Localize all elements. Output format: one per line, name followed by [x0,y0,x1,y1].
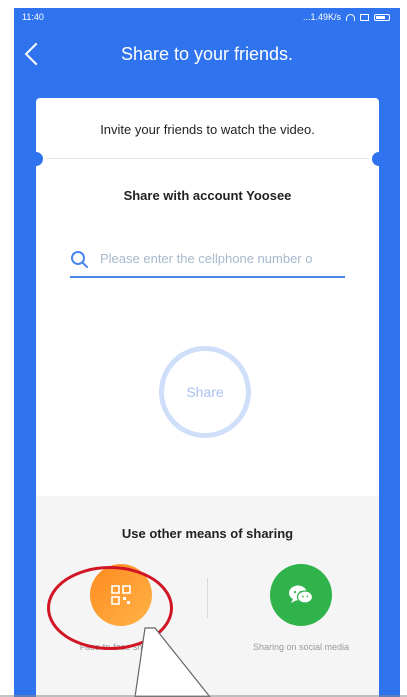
social-media-button[interactable] [270,564,332,626]
qr-code-icon [111,585,131,605]
other-sharing-title: Use other means of sharing [121,526,294,541]
wifi-icon [346,13,355,21]
status-bar: 11:40 ...1.49K/s [14,8,400,26]
phone-screen: 11:40 ...1.49K/s Share to your friends. … [14,8,400,697]
social-media-option[interactable]: Sharing on social media [221,564,379,652]
phone-search-field [70,238,345,278]
sim-icon [360,13,369,21]
face-to-face-label: Face-to-face sharing [79,642,163,652]
search-icon [71,251,88,268]
status-icons: ...1.49K/s [303,12,390,22]
card-divider [46,158,369,159]
share-account-heading: Share with account Yoosee [123,188,292,203]
phone-number-input[interactable] [100,248,344,268]
card-notch-right [372,152,379,166]
share-button-label: Share [186,384,224,400]
battery-icon [374,13,390,21]
net-speed: ...1.49K/s [302,12,341,22]
card-notch-left [36,152,43,166]
wechat-icon [289,585,314,604]
page-title: Share to your friends. [120,44,294,64]
social-media-label: Sharing on social media [252,642,350,652]
other-sharing-section: Use other means of sharing Face-to-face … [36,496,379,697]
share-card: Invite your friends to watch the video. … [36,98,379,697]
share-button[interactable]: Share [159,346,251,438]
options-separator [207,578,208,618]
status-time: 11:40 [22,12,44,22]
face-to-face-option[interactable]: Face-to-face sharing [41,564,201,652]
invite-text: Invite your friends to watch the video. [100,122,315,137]
face-to-face-button[interactable] [90,564,152,626]
header: Share to your friends. [14,32,400,80]
